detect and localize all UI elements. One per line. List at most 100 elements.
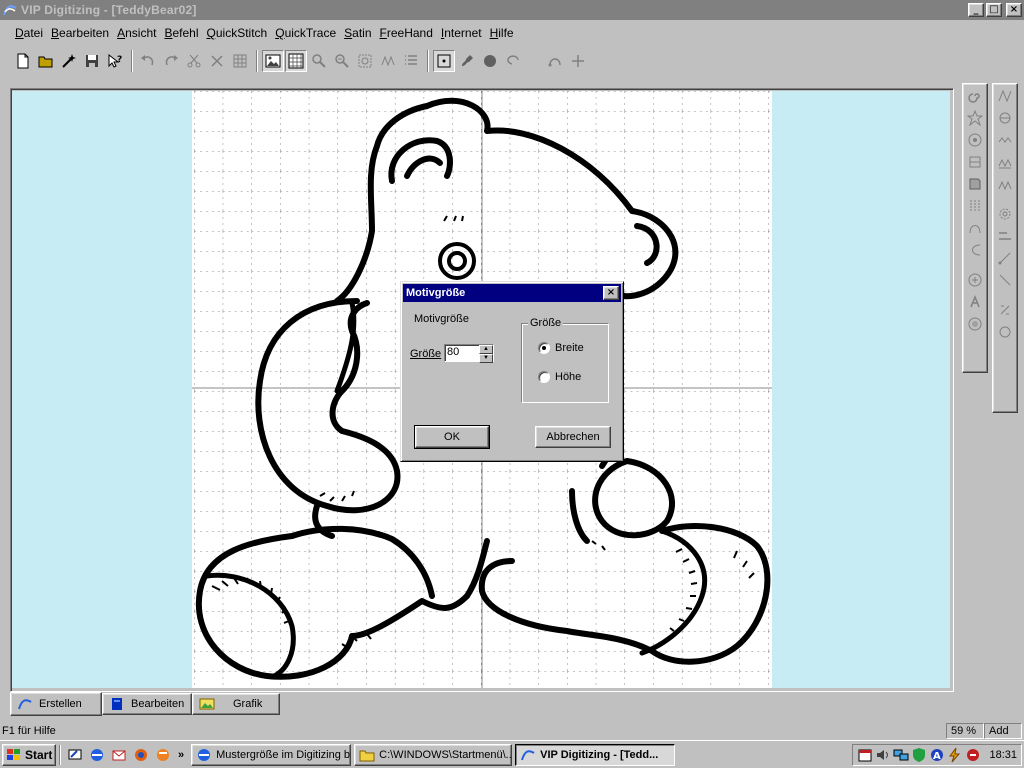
menu-ansicht[interactable]: Ansicht	[114, 26, 159, 40]
size-label: Größe	[410, 348, 442, 360]
close-button[interactable]: ×	[1006, 3, 1022, 17]
task-button-mustergroesse[interactable]: Mustergröße im Digitizing b...	[191, 743, 352, 766]
reshape-tool-icon[interactable]	[995, 322, 1015, 342]
clock[interactable]: 18:31	[989, 749, 1017, 761]
tab-erstellen[interactable]: Erstellen	[10, 692, 102, 716]
menu-satin[interactable]: Satin	[341, 26, 374, 40]
circle-fill-icon[interactable]	[479, 50, 501, 72]
point-tool-icon[interactable]	[995, 270, 1015, 290]
wave-tool-icon[interactable]	[995, 152, 1015, 172]
toolbar-separator	[131, 50, 133, 72]
internet-explorer-icon[interactable]	[86, 744, 108, 766]
antivirus-tray-icon[interactable]: A	[929, 747, 945, 763]
satin-tool-icon[interactable]	[965, 174, 985, 194]
grid-table-icon[interactable]	[229, 50, 251, 72]
motif-tool-icon[interactable]	[995, 130, 1015, 150]
undo-icon[interactable]	[137, 50, 159, 72]
tab-bearbeiten-label: Bearbeiten	[131, 698, 185, 710]
help-pointer-icon[interactable]: ?	[104, 50, 126, 72]
run-tool-icon[interactable]	[995, 86, 1015, 106]
tab-bearbeiten[interactable]: Bearbeiten	[102, 693, 192, 715]
menu-quicktrace[interactable]: QuickTrace	[272, 26, 339, 40]
browser-globe-icon[interactable]	[152, 744, 174, 766]
fit-icon[interactable]	[354, 50, 376, 72]
paint-icon[interactable]	[456, 50, 478, 72]
pattern-tool-icon[interactable]	[995, 108, 1015, 128]
cancel-button[interactable]: Abbrechen	[535, 426, 611, 448]
picture-icon[interactable]	[262, 50, 284, 72]
taskbar-separator	[59, 744, 61, 765]
cut-icon[interactable]	[206, 50, 228, 72]
radio-width[interactable]: Breite	[538, 342, 584, 354]
save-icon[interactable]	[81, 50, 103, 72]
monogram-tool-icon[interactable]	[965, 314, 985, 334]
folder-icon	[359, 750, 375, 761]
snap-tool-icon[interactable]	[995, 300, 1015, 320]
maximize-button[interactable]: □	[986, 3, 1002, 17]
applique-tool-icon[interactable]	[995, 174, 1015, 194]
select-point-icon[interactable]	[433, 50, 455, 72]
calendar-tray-icon[interactable]	[857, 747, 873, 763]
redo-icon[interactable]	[160, 50, 182, 72]
grid-icon[interactable]	[285, 50, 307, 72]
outlook-express-icon[interactable]	[108, 744, 130, 766]
network-tray-icon[interactable]	[893, 747, 909, 763]
start-button[interactable]: Start	[2, 743, 56, 766]
stitch-icon[interactable]	[377, 50, 399, 72]
size-input[interactable]: 80	[445, 345, 479, 361]
logo-tool-icon[interactable]	[965, 270, 985, 290]
spin-down-icon[interactable]: ▼	[479, 354, 493, 363]
menu-bar: Datei Bearbeiten Ansicht Befehl QuickSti…	[0, 21, 1024, 45]
text-tool-icon[interactable]	[965, 292, 985, 312]
dialog-title-bar[interactable]: Motivgröße ×	[403, 284, 621, 302]
list-icon[interactable]	[400, 50, 422, 72]
spin-up-icon[interactable]: ▲	[479, 345, 493, 354]
quicklaunch-chevron[interactable]: »	[178, 749, 184, 761]
zoom-out-icon[interactable]	[331, 50, 353, 72]
task-button-vip-digitizing[interactable]: VIP Digitizing - [Tedd...	[515, 743, 676, 766]
star-tool-icon[interactable]	[965, 108, 985, 128]
shield-tray-icon[interactable]	[911, 747, 927, 763]
window-title: VIP Digitizing - [TeddyBear02]	[21, 3, 197, 17]
new-file-icon[interactable]	[12, 50, 34, 72]
node-tool-icon[interactable]	[995, 248, 1015, 268]
menu-hilfe[interactable]: Hilfe	[487, 26, 517, 40]
radio-height-dot[interactable]	[538, 371, 550, 383]
column-tool-icon[interactable]	[965, 196, 985, 216]
arc-tool-icon[interactable]	[965, 240, 985, 260]
spiral2-tool-icon[interactable]	[965, 130, 985, 150]
vip-app-icon	[3, 5, 17, 16]
gear-tool-icon[interactable]	[995, 204, 1015, 224]
size-spinner[interactable]: 80 ▲ ▼	[444, 344, 494, 363]
lasso-icon[interactable]	[502, 50, 524, 72]
curve-tool-icon[interactable]	[965, 218, 985, 238]
menu-freehand[interactable]: FreeHand	[377, 26, 436, 40]
radio-height[interactable]: Höhe	[538, 371, 581, 383]
firefox-icon[interactable]	[130, 744, 152, 766]
menu-internet[interactable]: Internet	[438, 26, 485, 40]
fill-tool-icon[interactable]	[965, 152, 985, 172]
minimize-button[interactable]: _	[968, 3, 984, 17]
open-folder-icon[interactable]	[35, 50, 57, 72]
tab-grafik[interactable]: Grafik	[192, 693, 280, 715]
wizard-icon[interactable]	[58, 50, 80, 72]
menu-bearbeiten[interactable]: Bearbeiten	[48, 26, 112, 40]
lightning-tray-icon[interactable]	[947, 747, 963, 763]
spiral-tool-icon[interactable]	[965, 86, 985, 106]
ok-button[interactable]: OK	[414, 425, 490, 449]
volume-tray-icon[interactable]	[875, 747, 891, 763]
plus-icon[interactable]	[567, 50, 589, 72]
tab-erstellen-label: Erstellen	[39, 698, 82, 710]
update-tray-icon[interactable]	[965, 747, 981, 763]
align-tool-icon[interactable]	[995, 226, 1015, 246]
zoom-in-icon[interactable]	[308, 50, 330, 72]
curve-icon[interactable]	[544, 50, 566, 72]
radio-width-dot[interactable]	[538, 342, 550, 354]
scissors-icon[interactable]	[183, 50, 205, 72]
menu-quickstitch[interactable]: QuickStitch	[204, 26, 271, 40]
menu-datei[interactable]: Datei	[12, 26, 46, 40]
show-desktop-icon[interactable]	[64, 744, 86, 766]
menu-befehl[interactable]: Befehl	[161, 26, 201, 40]
task-button-startmenu[interactable]: C:\WINDOWS\Startmenü\...	[354, 743, 513, 766]
dialog-close-button[interactable]: ×	[603, 286, 619, 300]
